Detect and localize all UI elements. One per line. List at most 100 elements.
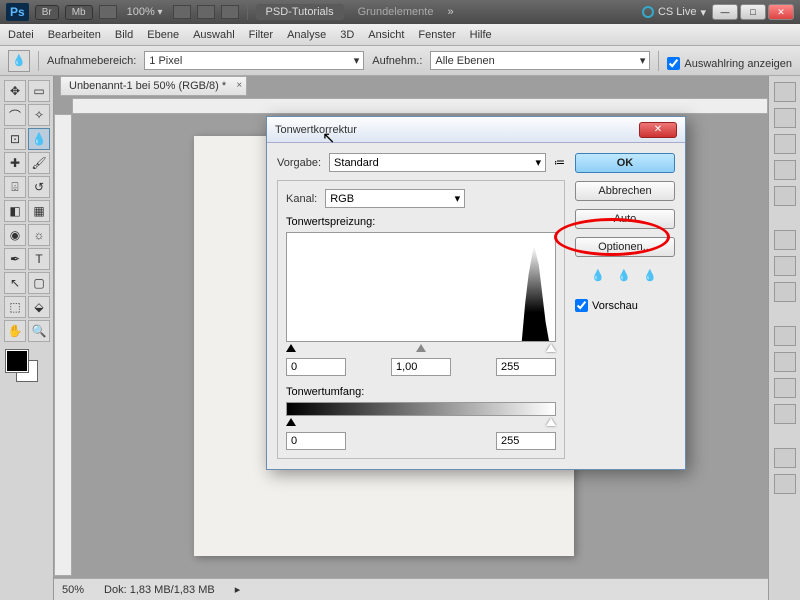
panel-icon-13[interactable] — [774, 448, 796, 468]
panel-icon-9[interactable] — [774, 326, 796, 346]
menu-filter[interactable]: Filter — [249, 29, 273, 41]
sample-size-dropdown[interactable]: 1 Pixel▾ — [144, 51, 364, 70]
menu-auswahl[interactable]: Auswahl — [193, 29, 235, 41]
3d-tool[interactable]: ⬚ — [4, 296, 26, 318]
black-point-slider[interactable] — [286, 344, 296, 352]
foreground-color[interactable] — [6, 350, 28, 372]
preset-menu-icon[interactable]: ≔ — [554, 156, 565, 169]
panel-icon-10[interactable] — [774, 352, 796, 372]
panel-icon-4[interactable] — [774, 160, 796, 180]
preset-label: Vorgabe: — [277, 157, 321, 169]
menu-datei[interactable]: Datei — [8, 29, 34, 41]
preset-dropdown[interactable]: Standard▾ — [329, 153, 546, 172]
menu-bild[interactable]: Bild — [115, 29, 133, 41]
shape-tool[interactable]: ▢ — [28, 272, 50, 294]
lasso-tool[interactable]: ⌒ — [4, 104, 26, 126]
brush-tool[interactable]: 🖌 — [28, 152, 50, 174]
preview-checkbox[interactable]: Vorschau — [575, 299, 675, 312]
status-doc-size[interactable]: Dok: 1,83 MB/1,83 MB — [104, 584, 215, 596]
eyedropper-tool[interactable]: 💧 — [28, 128, 50, 150]
panel-icon-6[interactable] — [774, 230, 796, 250]
menu-3d[interactable]: 3D — [340, 29, 354, 41]
pen-tool[interactable]: ✒ — [4, 248, 26, 270]
tab-close-icon[interactable]: × — [236, 80, 242, 91]
hand-tool[interactable]: ✋ — [4, 320, 26, 342]
eyedropper-tool-icon[interactable]: 💧 — [8, 50, 30, 72]
sample-ring-checkbox[interactable]: Auswahlring anzeigen — [667, 57, 792, 70]
heal-tool[interactable]: ✚ — [4, 152, 26, 174]
panel-icon-1[interactable] — [774, 82, 796, 102]
dodge-tool[interactable]: ☼ — [28, 224, 50, 246]
channel-dropdown[interactable]: RGB▾ — [325, 189, 465, 208]
zoom-tool[interactable]: 🔍 — [28, 320, 50, 342]
bridge-button[interactable]: Br — [35, 5, 59, 20]
menu-ebene[interactable]: Ebene — [147, 29, 179, 41]
blur-tool[interactable]: ◉ — [4, 224, 26, 246]
type-tool[interactable]: T — [28, 248, 50, 270]
dialog-titlebar[interactable]: Tonwertkorrektur ✕ — [267, 117, 685, 143]
white-eyedropper-icon[interactable]: 💧 — [643, 269, 659, 285]
output-white-slider[interactable] — [546, 418, 556, 426]
minimize-button[interactable]: — — [712, 4, 738, 20]
ok-button[interactable]: OK — [575, 153, 675, 173]
dialog-close-button[interactable]: ✕ — [639, 122, 677, 138]
document-tab[interactable]: Unbenannt-1 bei 50% (RGB/8) *× — [60, 76, 247, 96]
black-eyedropper-icon[interactable]: 💧 — [591, 269, 607, 285]
input-gamma-field[interactable] — [391, 358, 451, 376]
cs-live-button[interactable]: CS Live ▾ — [642, 6, 706, 19]
panel-icon-2[interactable] — [774, 108, 796, 128]
panel-icon-14[interactable] — [774, 474, 796, 494]
history-brush-tool[interactable]: ↺ — [28, 176, 50, 198]
gray-eyedropper-icon[interactable]: 💧 — [617, 269, 633, 285]
cancel-button[interactable]: Abbrechen — [575, 181, 675, 201]
vertical-ruler[interactable] — [54, 114, 72, 576]
options-button[interactable]: Optionen... — [575, 237, 675, 257]
input-slider[interactable] — [286, 344, 556, 354]
arrange-icon[interactable] — [197, 5, 215, 19]
output-levels-label: Tonwertumfang: — [286, 386, 556, 398]
menu-analyse[interactable]: Analyse — [287, 29, 326, 41]
panel-icon-12[interactable] — [774, 404, 796, 424]
panel-icon-8[interactable] — [774, 282, 796, 302]
maximize-button[interactable]: □ — [740, 4, 766, 20]
gamma-slider[interactable] — [416, 344, 426, 352]
output-black-field[interactable] — [286, 432, 346, 450]
output-white-field[interactable] — [496, 432, 556, 450]
menu-fenster[interactable]: Fenster — [418, 29, 455, 41]
menu-bearbeiten[interactable]: Bearbeiten — [48, 29, 101, 41]
sample-layers-dropdown[interactable]: Alle Ebenen▾ — [430, 51, 650, 70]
output-black-slider[interactable] — [286, 418, 296, 426]
white-point-slider[interactable] — [546, 344, 556, 352]
menu-hilfe[interactable]: Hilfe — [470, 29, 492, 41]
grundelemente-button[interactable]: Grundelemente — [350, 4, 442, 20]
status-zoom[interactable]: 50% — [62, 584, 84, 596]
path-tool[interactable]: ↖ — [4, 272, 26, 294]
psd-tutorials-button[interactable]: PSD-Tutorials — [256, 4, 344, 20]
panel-icon-5[interactable] — [774, 186, 796, 206]
hand-icon[interactable] — [173, 5, 191, 19]
menu-ansicht[interactable]: Ansicht — [368, 29, 404, 41]
3d-camera-tool[interactable]: ⬙ — [28, 296, 50, 318]
screen-icon[interactable] — [221, 5, 239, 19]
close-button[interactable]: ✕ — [768, 4, 794, 20]
view-icon[interactable] — [99, 5, 117, 19]
move-tool[interactable]: ✥ — [4, 80, 26, 102]
app-titlebar: Ps Br Mb 100% ▾ PSD-Tutorials Grundeleme… — [0, 0, 800, 24]
marquee-tool[interactable]: ▭ — [28, 80, 50, 102]
panel-icon-7[interactable] — [774, 256, 796, 276]
horizontal-ruler[interactable] — [72, 98, 768, 114]
color-swatch[interactable] — [4, 348, 50, 384]
eraser-tool[interactable]: ◧ — [4, 200, 26, 222]
panel-icon-3[interactable] — [774, 134, 796, 154]
panel-icon-11[interactable] — [774, 378, 796, 398]
zoom-dropdown[interactable]: 100% ▾ — [123, 6, 167, 18]
gradient-tool[interactable]: ▦ — [28, 200, 50, 222]
wand-tool[interactable]: ✧ — [28, 104, 50, 126]
crop-tool[interactable]: ⊡ — [4, 128, 26, 150]
input-black-field[interactable] — [286, 358, 346, 376]
auto-button[interactable]: Auto — [575, 209, 675, 229]
minibridge-button[interactable]: Mb — [65, 5, 93, 20]
stamp-tool[interactable]: ⌹ — [4, 176, 26, 198]
output-slider[interactable] — [286, 418, 556, 428]
input-white-field[interactable] — [496, 358, 556, 376]
